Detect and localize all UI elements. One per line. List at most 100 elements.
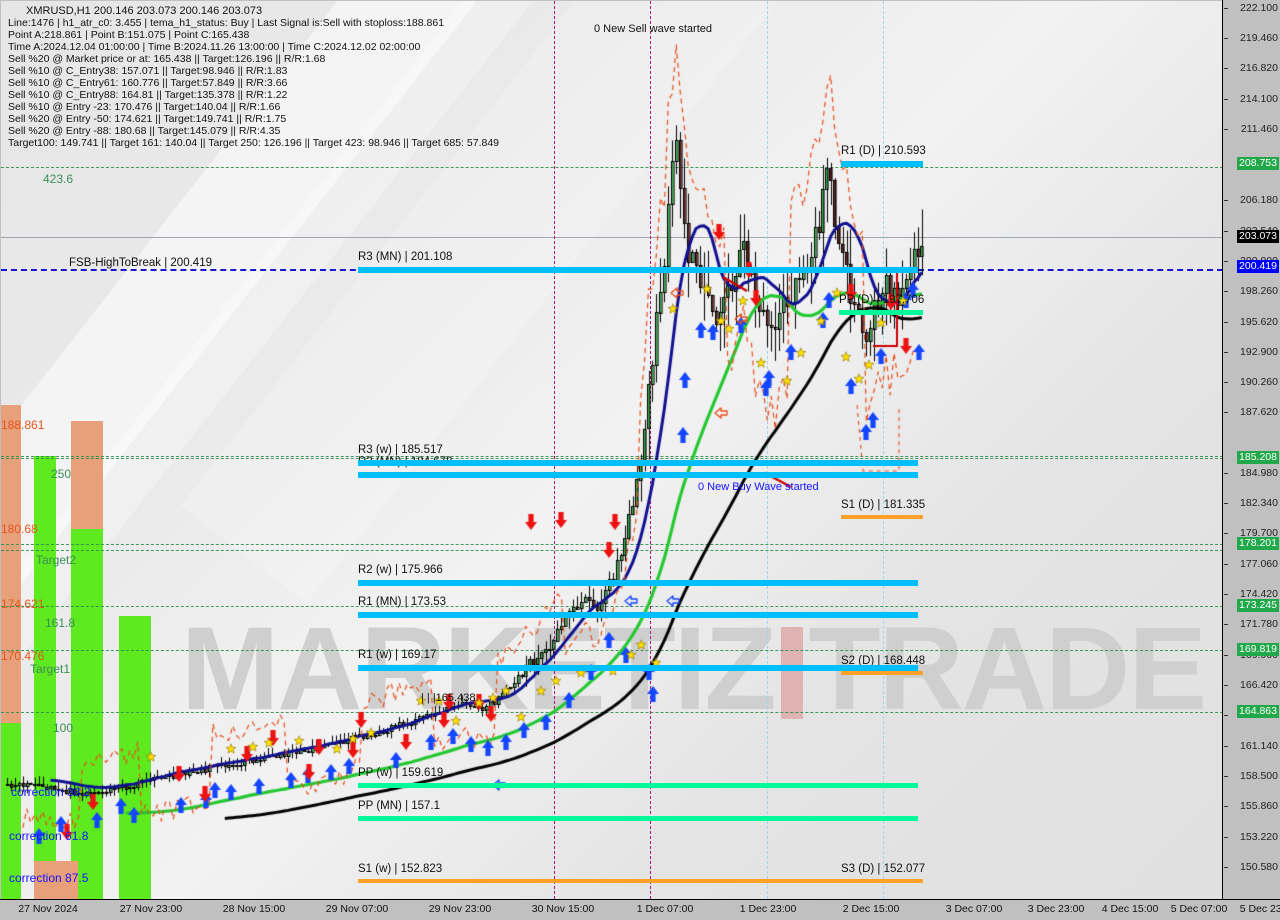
price-tick-mark	[1224, 776, 1228, 777]
correction-61-8: correction 61.8	[9, 829, 89, 843]
time-tick: 29 Nov 23:00	[428, 903, 492, 915]
pp-daily-label: PP (D) | 197.706	[839, 294, 925, 306]
price-tick: 195.620	[1240, 316, 1278, 328]
s1-daily-line[interactable]	[841, 515, 923, 519]
point-c-price-tag: | | |165.438	[421, 692, 476, 704]
fib-target1: Target1	[30, 662, 71, 676]
price-tick-mark	[1224, 261, 1228, 262]
time-tick: 3 Dec 07:00	[945, 903, 1003, 915]
price-tick-mark	[1224, 382, 1228, 383]
time-tick: 30 Nov 15:00	[531, 903, 595, 915]
price-tick-mark	[1224, 129, 1228, 130]
price-tick-mark	[1224, 503, 1228, 504]
price-tick-mark	[1224, 594, 1228, 595]
price-tick-mark	[1224, 322, 1228, 323]
price-tick-mark	[1224, 867, 1228, 868]
correction-38-2: correction 38.2	[11, 785, 91, 799]
price-highlight-label[interactable]: 203.073	[1237, 230, 1279, 243]
price-tick-mark	[1224, 412, 1228, 413]
s3-daily-line[interactable]	[841, 879, 923, 883]
info-line-9: Sell %20 @ Entry -88: 180.68 || Target:1…	[8, 125, 281, 137]
price-tick-mark	[1224, 746, 1228, 747]
fib-250: 250	[51, 467, 72, 481]
symbol-ohlc-line: XMRUSD,H1 200.146 203.073 200.146 203.07…	[26, 5, 263, 17]
s2-daily-line[interactable]	[841, 671, 923, 675]
price-highlight-label[interactable]: 164.863	[1237, 705, 1279, 718]
chart-plot-area[interactable]: MARKETIZTRADE R1 (D) | 210.593R3 (MN) | …	[1, 1, 1224, 899]
fib-423: 423.6	[43, 172, 74, 186]
fib-188861: 188.861	[1, 418, 45, 432]
price-highlight-label[interactable]: 178.201	[1237, 537, 1279, 550]
price-tick-mark	[1224, 624, 1228, 625]
price-tick: 161.140	[1240, 740, 1278, 752]
price-tick: 166.420	[1240, 679, 1278, 691]
time-tick: 27 Nov 23:00	[119, 903, 183, 915]
level-band-extend-1	[358, 460, 918, 466]
price-tick-mark	[1224, 231, 1228, 232]
price-highlight-label[interactable]: 208.753	[1237, 157, 1279, 170]
time-tick: 3 Dec 23:00	[1027, 903, 1085, 915]
price-highlight-label[interactable]: 169.819	[1237, 643, 1279, 656]
fsb-high-to-break-label: FSB-HighToBreak | 200.419	[69, 257, 212, 269]
s3-daily-label: S3 (D) | 152.077	[841, 863, 926, 875]
s1-daily-label: S1 (D) | 181.335	[841, 499, 926, 511]
price-tick-mark	[1224, 200, 1228, 201]
price-highlight-label[interactable]: 200.419	[1237, 260, 1279, 273]
price-highlight-label[interactable]: 185.208	[1237, 451, 1279, 464]
r1-monthly-label: R1 (MN) | 173.53	[358, 596, 446, 608]
level-band-extend-2	[358, 472, 918, 478]
price-tick-mark	[1224, 68, 1228, 69]
price-tick: 153.220	[1240, 831, 1278, 843]
level-band-extend-0	[358, 267, 918, 273]
r3-weekly-label: R3 (w) | 185.517	[358, 444, 443, 456]
fib-1618: 161.8	[45, 616, 76, 630]
r3-monthly-label: R3 (MN) | 201.108	[358, 251, 453, 263]
price-highlight-label[interactable]: 173.245	[1237, 599, 1279, 612]
price-tick-mark	[1224, 8, 1228, 9]
fib-18068: 180.68	[1, 522, 38, 536]
info-line-8: Sell %20 @ Entry -50: 174.621 || Target:…	[8, 113, 287, 125]
info-line-2: Time A:2024.12.04 01:00:00 | Time B:2024…	[8, 41, 421, 53]
info-line-5: Sell %10 @ C_Entry61: 160.776 || Target:…	[8, 77, 288, 89]
pp-weekly-label: PP (w) | 159.619	[358, 767, 444, 779]
pp-weekly-line[interactable]	[358, 783, 918, 788]
price-axis[interactable]: 222.100 219.460 216.820 214.100 211.460 206.1…	[1222, 0, 1280, 900]
r1-daily-label: R1 (D) | 210.593	[841, 145, 926, 157]
time-tick: 5 Dec 23:00	[1239, 903, 1280, 915]
price-tick-mark	[1224, 837, 1228, 838]
price-tick: 155.860	[1240, 800, 1278, 812]
time-tick: 1 Dec 07:00	[636, 903, 694, 915]
fib-174621: 174.621	[1, 597, 45, 611]
pp-daily-line[interactable]	[839, 310, 923, 315]
price-tick: 177.060	[1240, 558, 1278, 570]
price-tick-mark	[1224, 473, 1228, 474]
info-line-3: Sell %20 @ Market price or at: 165.438 |…	[8, 53, 326, 65]
chart-info-panel: XMRUSD,H1 200.146 203.073 200.146 203.07…	[8, 5, 499, 149]
time-tick: 28 Nov 15:00	[222, 903, 286, 915]
r1-daily-line[interactable]	[841, 161, 923, 167]
price-tick-mark	[1224, 715, 1228, 716]
info-line-6: Sell %10 @ C_Entry88: 164.81 || Target:1…	[8, 89, 288, 101]
info-line-4: Sell %10 @ C_Entry38: 157.071 || Target:…	[8, 65, 288, 77]
time-tick: 1 Dec 23:00	[739, 903, 797, 915]
price-tick-mark	[1224, 38, 1228, 39]
price-tick: 150.580	[1240, 861, 1278, 873]
trading-chart-window: MARKETIZTRADE R1 (D) | 210.593R3 (MN) | …	[0, 0, 1280, 920]
fib-100: 100	[53, 721, 74, 735]
price-tick: 211.460	[1240, 123, 1278, 135]
price-tick: 216.820	[1240, 62, 1278, 74]
pp-monthly-label: PP (MN) | 157.1	[358, 800, 441, 812]
price-tick-mark	[1224, 533, 1228, 534]
fib-target2: Target2	[36, 553, 77, 567]
time-tick: 2 Dec 15:00	[842, 903, 900, 915]
price-tick: 222.100	[1240, 2, 1278, 14]
price-tick-mark	[1224, 685, 1228, 686]
price-tick: 158.500	[1240, 770, 1278, 782]
time-axis[interactable]: 27 Nov 2024 27 Nov 23:00 28 Nov 15:00 29 No…	[0, 899, 1280, 920]
pp-monthly-line[interactable]	[358, 816, 918, 821]
price-tick-mark	[1224, 352, 1228, 353]
price-tick: 187.620	[1240, 406, 1278, 418]
time-tick: 5 Dec 07:00	[1170, 903, 1228, 915]
time-tick: 27 Nov 2024	[18, 903, 78, 915]
s1-weekly-line[interactable]	[358, 879, 918, 883]
